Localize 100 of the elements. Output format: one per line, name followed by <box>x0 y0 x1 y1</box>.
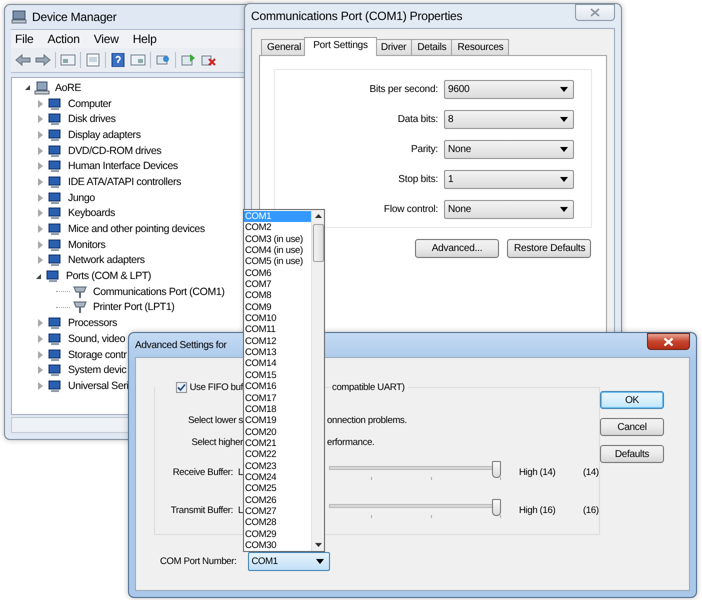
tree-item[interactable]: DVD/CD-ROM drives <box>67 144 162 157</box>
dropdown-option[interactable]: COM29 <box>244 528 311 540</box>
tree-item[interactable]: Communications Port (COM1) <box>92 286 226 298</box>
dropdown-option[interactable]: COM11 <box>244 324 311 336</box>
checkbox-label: compatible UART) <box>332 382 408 392</box>
menu-item[interactable]: File <box>15 32 34 46</box>
dialog-button[interactable]: Cancel <box>600 418 664 436</box>
dropdown-option[interactable]: COM4 (in use) <box>244 245 311 256</box>
tree-item[interactable]: Printer Port (LPT1) <box>92 301 176 314</box>
dropdown-option[interactable]: COM9 <box>244 302 311 314</box>
tree-item[interactable]: Keyboards <box>67 207 116 220</box>
close-icon <box>663 336 674 346</box>
dropdown-option[interactable]: COM14 <box>244 358 311 370</box>
help-icon[interactable] <box>110 53 126 67</box>
tree-item[interactable]: Jungo <box>67 192 96 204</box>
tab[interactable]: Port Settings <box>304 37 377 56</box>
scrollbar[interactable] <box>311 210 324 551</box>
buffer-slider[interactable] <box>329 461 501 482</box>
dropdown-option[interactable]: COM18 <box>244 404 311 416</box>
forward-arrow-icon[interactable] <box>35 53 51 67</box>
dropdown-option[interactable]: COM24 <box>244 472 311 484</box>
window-title: Advanced Settings for <box>135 340 227 350</box>
dropdown-option[interactable]: COM8 <box>244 290 311 302</box>
dropdown-option[interactable]: COM13 <box>244 347 311 358</box>
menu-item[interactable]: Help <box>132 32 157 46</box>
tree-item[interactable]: Display adapters <box>67 128 142 141</box>
tree-item[interactable]: AoRE <box>54 82 82 94</box>
tab[interactable]: Resources <box>451 39 510 55</box>
tree-item[interactable]: Computer <box>67 98 112 110</box>
dropdown-option[interactable]: COM15 <box>244 370 311 382</box>
device-icon <box>47 144 63 158</box>
close-icon <box>590 8 600 17</box>
down-arrow-icon[interactable] <box>314 543 322 547</box>
port-icon <box>72 284 88 299</box>
back-arrow-icon[interactable] <box>15 53 31 67</box>
slider-min-label: L <box>238 466 243 478</box>
dropdown-option[interactable]: COM19 <box>244 415 311 427</box>
buffer-slider[interactable] <box>329 499 501 520</box>
dropdown-field[interactable]: None <box>444 200 574 219</box>
dropdown-option[interactable]: COM6 <box>244 268 311 280</box>
tree-item[interactable]: Ports (COM & LPT) <box>65 270 152 282</box>
menu-item[interactable]: View <box>94 32 119 46</box>
dropdown-option[interactable]: COM30 <box>244 540 311 551</box>
tree-item[interactable]: Network adapters <box>67 254 146 266</box>
dropdown-field[interactable]: None <box>444 140 574 159</box>
dropdown-option[interactable]: COM26 <box>244 494 311 506</box>
tree-item[interactable]: Universal Seri <box>67 380 130 392</box>
device-icon <box>47 378 63 393</box>
device-icon <box>47 159 63 174</box>
hint-text: Select higher <box>191 436 243 448</box>
dropdown-option[interactable]: COM23 <box>244 460 311 472</box>
dropdown-option[interactable]: COM16 <box>244 381 311 392</box>
dropdown-option[interactable]: COM25 <box>244 483 311 495</box>
dropdown-option[interactable]: COM17 <box>244 392 311 404</box>
dropdown-option[interactable]: COM10 <box>244 313 311 324</box>
checkbox-label: Use FIFO buf <box>190 382 243 392</box>
tree-item[interactable]: Sound, video <box>67 332 126 345</box>
device-icon <box>47 190 63 205</box>
dropdown-option[interactable]: COM21 <box>244 438 311 450</box>
tree-item[interactable]: Mice and other pointing devices <box>67 223 206 236</box>
dropdown-option[interactable]: COM28 <box>244 517 311 529</box>
up-arrow-icon[interactable] <box>314 214 322 218</box>
expander-icon[interactable] <box>36 274 41 279</box>
dropdown-option[interactable]: COM2 <box>244 222 311 234</box>
tree-item[interactable]: System devic <box>67 364 128 376</box>
slider-thumb[interactable] <box>492 499 501 516</box>
dropdown-option[interactable]: COM7 <box>244 279 311 290</box>
dropdown-option[interactable]: COM27 <box>244 506 311 518</box>
slider-thumb[interactable] <box>492 461 501 478</box>
dropdown-field[interactable]: COM1 <box>248 552 330 571</box>
dialog-button[interactable]: OK <box>600 391 664 409</box>
dropdown-option[interactable]: COM22 <box>244 449 311 461</box>
dropdown-option[interactable]: COM3 (in use) <box>244 234 311 246</box>
checkbox[interactable] <box>176 382 187 392</box>
close-button[interactable] <box>647 333 690 350</box>
dropdown-field[interactable]: 9600 <box>444 80 574 99</box>
slider-value: (16) <box>583 504 599 516</box>
menu-item[interactable]: Action <box>48 32 80 46</box>
dropdown-field[interactable]: 8 <box>444 110 574 129</box>
panel-icon[interactable] <box>60 53 76 67</box>
tree-item[interactable]: IDE ATA/ATAPI controllers <box>67 176 182 188</box>
tree-item[interactable]: Storage contr <box>67 348 128 361</box>
tree-item[interactable]: Processors <box>67 317 118 330</box>
dialog-button[interactable]: Defaults <box>600 445 664 463</box>
dropdown-field[interactable]: 1 <box>444 170 574 189</box>
tab[interactable]: Details <box>411 39 452 55</box>
hint-text: onnection problems. <box>327 414 407 426</box>
tree-item[interactable]: Human Interface Devices <box>67 160 179 172</box>
dialog-button[interactable]: Advanced... <box>415 239 499 258</box>
scrollbar-thumb[interactable] <box>312 224 324 262</box>
dropdown-option[interactable]: COM12 <box>244 336 311 348</box>
window-title: Device Manager <box>32 10 117 24</box>
dropdown-option[interactable]: COM5 (in use) <box>244 256 311 268</box>
tree-item[interactable]: Monitors <box>67 238 106 251</box>
dropdown-option[interactable]: COM20 <box>244 426 311 438</box>
dialog-button[interactable]: Restore Defaults <box>507 239 591 258</box>
caret-icon <box>560 177 568 182</box>
computer-icon <box>34 80 50 95</box>
tree-item[interactable]: Disk drives <box>67 113 116 126</box>
hint-text: erformance. <box>327 436 374 448</box>
